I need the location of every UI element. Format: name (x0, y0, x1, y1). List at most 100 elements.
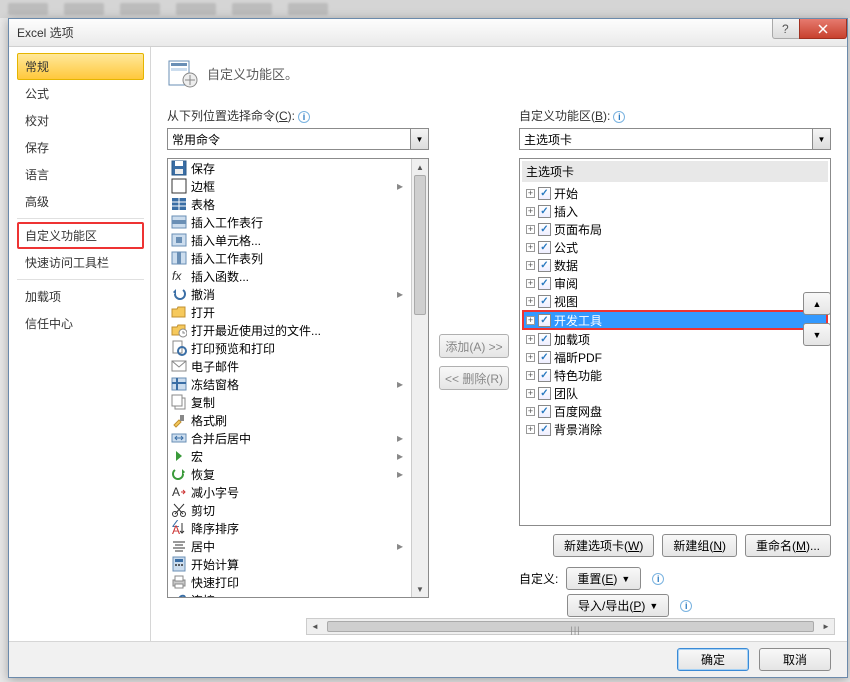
scroll-left-icon[interactable]: ◄ (307, 619, 323, 634)
tree-node[interactable]: +百度网盘 (522, 402, 828, 420)
help-button[interactable]: ? (772, 19, 800, 39)
info-icon[interactable]: i (652, 573, 664, 585)
expand-icon[interactable]: + (526, 225, 535, 234)
tree-node[interactable]: +特色功能 (522, 366, 828, 384)
move-up-button[interactable]: ▲ (803, 292, 831, 315)
command-item[interactable]: 打印预览和打印 (168, 339, 428, 357)
checkbox[interactable] (538, 241, 551, 254)
command-item[interactable]: 开始计算 (168, 555, 428, 573)
sidebar-item[interactable]: 保存 (17, 134, 144, 161)
new-group-button[interactable]: 新建组(N) (662, 534, 737, 557)
scroll-right-icon[interactable]: ► (818, 619, 834, 634)
expand-icon[interactable]: + (526, 207, 535, 216)
remove-button[interactable]: << 删除(R) (439, 366, 509, 390)
reset-button[interactable]: 重置(E)▼ (566, 567, 641, 590)
tree-node[interactable]: +公式 (522, 238, 828, 256)
tree-node[interactable]: +数据 (522, 256, 828, 274)
command-item[interactable]: 电子邮件 (168, 357, 428, 375)
expand-icon[interactable]: + (526, 371, 535, 380)
command-item[interactable]: 恢复▸ (168, 465, 428, 483)
command-item[interactable]: fx插入函数... (168, 267, 428, 285)
tabs-tree[interactable]: 主选项卡 +开始+插入+页面布局+公式+数据+审阅+视图+开发工具+加载项+福昕… (519, 158, 831, 526)
info-icon[interactable]: i (680, 600, 692, 612)
checkbox[interactable] (538, 369, 551, 382)
command-item[interactable]: 打开最近使用过的文件... (168, 321, 428, 339)
rename-button[interactable]: 重命名(M)... (745, 534, 831, 557)
expand-icon[interactable]: + (526, 261, 535, 270)
command-item[interactable]: 保存 (168, 159, 428, 177)
sidebar-item[interactable]: 自定义功能区 (17, 222, 144, 249)
scroll-thumb[interactable] (414, 175, 426, 315)
expand-icon[interactable]: + (526, 389, 535, 398)
scroll-thumb[interactable]: ||| (327, 621, 814, 632)
sidebar-item[interactable]: 高级 (17, 188, 144, 215)
expand-icon[interactable]: + (526, 407, 535, 416)
command-item[interactable]: 复制 (168, 393, 428, 411)
tree-node[interactable]: +页面布局 (522, 220, 828, 238)
scrollbar-horizontal[interactable]: ◄ ||| ► (306, 618, 835, 635)
command-item[interactable]: 插入工作表列 (168, 249, 428, 267)
command-item[interactable]: 插入工作表行 (168, 213, 428, 231)
expand-icon[interactable]: + (526, 279, 535, 288)
sidebar-item[interactable]: 校对 (17, 107, 144, 134)
command-item[interactable]: 冻结窗格▸ (168, 375, 428, 393)
close-button[interactable] (799, 19, 847, 39)
expand-icon[interactable]: + (526, 335, 535, 344)
command-item[interactable]: 插入单元格... (168, 231, 428, 249)
move-down-button[interactable]: ▼ (803, 323, 831, 346)
sidebar-item[interactable]: 快速访问工具栏 (17, 249, 144, 276)
checkbox[interactable] (538, 405, 551, 418)
sidebar-item[interactable]: 常规 (17, 53, 144, 80)
command-item[interactable]: 打开 (168, 303, 428, 321)
command-item[interactable]: ZA降序排序 (168, 519, 428, 537)
tabs-combo[interactable]: 主选项卡 ▼ (519, 128, 831, 150)
scroll-up-icon[interactable]: ▲ (412, 159, 428, 175)
command-item[interactable]: 撤消▸ (168, 285, 428, 303)
commands-from-combo[interactable]: 常用命令 ▼ (167, 128, 429, 150)
checkbox[interactable] (538, 351, 551, 364)
cancel-button[interactable]: 取消 (759, 648, 831, 671)
command-item[interactable]: 表格 (168, 195, 428, 213)
command-item[interactable]: 合并后居中▸ (168, 429, 428, 447)
expand-icon[interactable]: + (526, 189, 535, 198)
checkbox[interactable] (538, 295, 551, 308)
tree-node[interactable]: +开始 (522, 184, 828, 202)
new-tab-button[interactable]: 新建选项卡(W) (553, 534, 654, 557)
command-item[interactable]: 居中▸ (168, 537, 428, 555)
command-item[interactable]: A减小字号 (168, 483, 428, 501)
tree-node[interactable]: +视图 (522, 292, 828, 310)
checkbox[interactable] (538, 314, 551, 327)
checkbox[interactable] (538, 205, 551, 218)
checkbox[interactable] (538, 387, 551, 400)
checkbox[interactable] (538, 259, 551, 272)
checkbox[interactable] (538, 333, 551, 346)
expand-icon[interactable]: + (526, 316, 535, 325)
import-export-button[interactable]: 导入/导出(P)▼ (567, 594, 669, 617)
expand-icon[interactable]: + (526, 297, 535, 306)
expand-icon[interactable]: + (526, 243, 535, 252)
command-item[interactable]: 格式刷 (168, 411, 428, 429)
tree-node[interactable]: +开发工具 (522, 310, 828, 330)
command-item[interactable]: 边框▸ (168, 177, 428, 195)
tree-node[interactable]: +加载项 (522, 330, 828, 348)
checkbox[interactable] (538, 223, 551, 236)
checkbox[interactable] (538, 277, 551, 290)
tree-node[interactable]: +审阅 (522, 274, 828, 292)
sidebar-item[interactable]: 公式 (17, 80, 144, 107)
tree-node[interactable]: +团队 (522, 384, 828, 402)
scrollbar-vertical[interactable]: ▲ ▼ (411, 159, 428, 597)
info-icon[interactable]: i (298, 111, 310, 123)
sidebar-item[interactable]: 加载项 (17, 283, 144, 310)
command-item[interactable]: 快速打印 (168, 573, 428, 591)
sidebar-item[interactable]: 语言 (17, 161, 144, 188)
checkbox[interactable] (538, 423, 551, 436)
commands-listbox[interactable]: 保存边框▸表格插入工作表行插入单元格...插入工作表列fx插入函数...撤消▸打… (167, 158, 429, 598)
scroll-down-icon[interactable]: ▼ (412, 581, 428, 597)
command-item[interactable]: 连接 (168, 591, 428, 598)
command-item[interactable]: 剪切 (168, 501, 428, 519)
tree-node[interactable]: +福昕PDF (522, 348, 828, 366)
checkbox[interactable] (538, 187, 551, 200)
expand-icon[interactable]: + (526, 353, 535, 362)
sidebar-item[interactable]: 信任中心 (17, 310, 144, 337)
add-button[interactable]: 添加(A) >> (439, 334, 509, 358)
